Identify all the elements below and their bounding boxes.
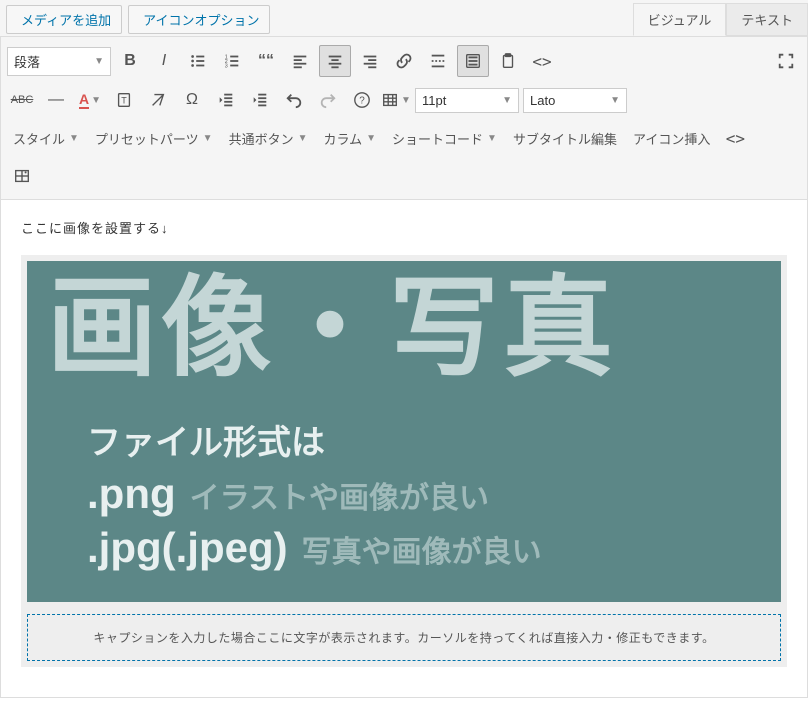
shortcode-dropdown[interactable]: ショートコード▼	[386, 125, 503, 152]
code-button[interactable]: <>	[527, 46, 557, 76]
add-media-label: メディアを追加	[21, 10, 111, 29]
chevron-down-icon: ▼	[94, 56, 104, 67]
bold-button[interactable]: B	[115, 46, 145, 76]
clipboard-button[interactable]	[493, 46, 523, 76]
placeholder-image: 画像・写真 ファイル形式は .png イラストや画像が良い .jpg(.jpeg…	[27, 261, 781, 602]
svg-text:?: ?	[359, 96, 365, 107]
editor-top-bar: メディアを追加 アイコンオプション ビジュアル テキスト	[0, 0, 808, 36]
clear-formatting-button[interactable]	[143, 85, 173, 115]
subtitle-edit-button[interactable]: サブタイトル編集	[507, 125, 623, 152]
editor-content[interactable]: ここに画像を設置する↓ 画像・写真 ファイル形式は .png イラストや画像が良…	[0, 200, 808, 698]
editor-toolbar: 段落 ▼ B I 123 ““ <> ABC — A▼ T Ω	[0, 36, 808, 200]
font-size-select[interactable]: 11pt ▼	[415, 88, 519, 113]
help-button[interactable]: ?	[347, 85, 377, 115]
preset-dropdown[interactable]: プリセットパーツ▼	[89, 125, 219, 152]
font-size-label: 11pt	[422, 93, 446, 108]
add-media-button[interactable]: メディアを追加	[6, 5, 122, 34]
link-button[interactable]	[389, 46, 419, 76]
desc-jpg: 写真や画像が良い	[302, 527, 542, 571]
indent-button[interactable]	[245, 85, 275, 115]
blockquote-button[interactable]: ““	[251, 46, 281, 76]
unordered-list-button[interactable]	[183, 46, 213, 76]
align-right-button[interactable]	[355, 46, 385, 76]
table-button[interactable]: ▼	[381, 85, 411, 115]
icon-options-button[interactable]: アイコンオプション	[128, 5, 270, 34]
icon-options-label: アイコンオプション	[143, 10, 259, 29]
format-png: .png	[87, 470, 176, 518]
style-dropdown[interactable]: スタイル▼	[7, 125, 85, 152]
align-left-button[interactable]	[285, 46, 315, 76]
image-subtitle: ファイル形式は	[87, 415, 761, 464]
caption-input[interactable]: キャプションを入力した場合ここに文字が表示されます。カーソルを持ってくれば直接入…	[27, 614, 781, 661]
tab-visual[interactable]: ビジュアル	[633, 3, 727, 36]
font-family-select[interactable]: Lato ▼	[523, 88, 627, 113]
common-button-dropdown[interactable]: 共通ボタン▼	[223, 125, 314, 152]
paste-text-button[interactable]: T	[109, 85, 139, 115]
editor-mode-tabs: ビジュアル テキスト	[633, 3, 808, 36]
undo-button[interactable]	[279, 85, 309, 115]
svg-text:T: T	[121, 96, 127, 106]
redo-button[interactable]	[313, 85, 343, 115]
icon-insert-button[interactable]: アイコン挿入	[627, 125, 716, 152]
caption-text: キャプションを入力した場合ここに文字が表示されます。カーソルを持ってくれば直接入…	[93, 631, 714, 645]
layout-grid-button[interactable]	[7, 161, 37, 191]
instruction-text: ここに画像を設置する↓	[21, 218, 787, 237]
image-title: 画像・写真	[47, 271, 761, 387]
image-block[interactable]: 画像・写真 ファイル形式は .png イラストや画像が良い .jpg(.jpeg…	[21, 255, 787, 667]
align-center-button[interactable]	[319, 45, 351, 77]
strikethrough-button[interactable]: ABC	[7, 85, 37, 115]
ordered-list-button[interactable]: 123	[217, 46, 247, 76]
fullscreen-button[interactable]	[771, 46, 801, 76]
outdent-button[interactable]	[211, 85, 241, 115]
chevron-down-icon: ▼	[610, 95, 620, 106]
italic-button[interactable]: I	[149, 46, 179, 76]
hr-button[interactable]: —	[41, 85, 71, 115]
font-family-label: Lato	[530, 93, 555, 108]
svg-text:3: 3	[225, 63, 228, 69]
code-button-2[interactable]: <>	[720, 123, 750, 153]
paragraph-select[interactable]: 段落 ▼	[7, 47, 111, 76]
column-dropdown[interactable]: カラム▼	[318, 125, 383, 152]
paragraph-select-label: 段落	[14, 52, 40, 71]
text-color-button[interactable]: A▼	[75, 85, 105, 115]
format-jpg: .jpg(.jpeg)	[87, 524, 288, 572]
special-char-button[interactable]: Ω	[177, 85, 207, 115]
read-more-button[interactable]	[423, 46, 453, 76]
chevron-down-icon: ▼	[401, 95, 411, 106]
chevron-down-icon: ▼	[91, 95, 101, 106]
chevron-down-icon: ▼	[502, 95, 512, 106]
toolbar-toggle-button[interactable]	[457, 45, 489, 77]
tab-text[interactable]: テキスト	[726, 3, 808, 36]
desc-png: イラストや画像が良い	[190, 473, 489, 517]
